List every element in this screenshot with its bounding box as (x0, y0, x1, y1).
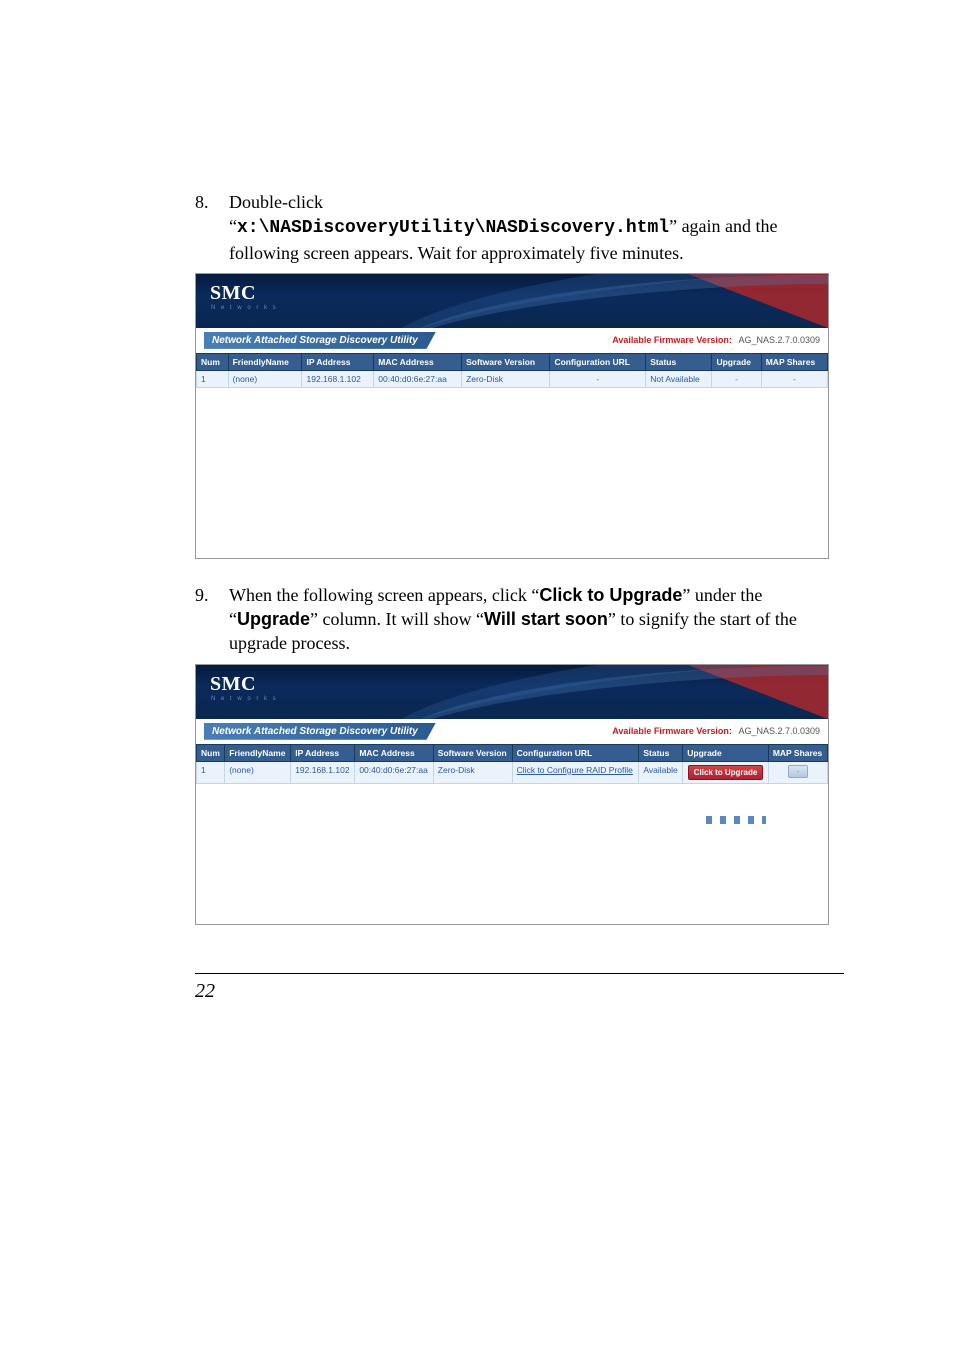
cell-cfg: Click to Configure RAID Profile (512, 761, 639, 783)
step-9-text-1a: When the following screen appears, click… (229, 585, 539, 605)
screenshot-2-titlebar: Network Attached Storage Discovery Utili… (196, 719, 828, 744)
col-sw-version: Software Version (433, 744, 512, 761)
screenshot-1-header: SMC N e t w o r k s (196, 274, 828, 328)
cell-map: - (761, 370, 827, 387)
cell-name: (none) (228, 370, 302, 387)
cell-name: (none) (225, 761, 291, 783)
col-friendlyname: FriendlyName (225, 744, 291, 761)
firmware-value-2: AG_NAS.2.7.0.0309 (738, 726, 820, 736)
cell-upgrade: Click to Upgrade (683, 761, 769, 783)
utility-title: Network Attached Storage Discovery Utili… (204, 332, 436, 349)
col-ip: IP Address (291, 744, 355, 761)
device-table-1: Num FriendlyName IP Address MAC Address … (196, 353, 828, 388)
cell-num: 1 (197, 370, 229, 387)
step-8: 8. Double-click “x:\NASDiscoveryUtility\… (195, 190, 844, 265)
screenshot-1-titlebar: Network Attached Storage Discovery Utili… (196, 328, 828, 353)
step-8-number: 8. (195, 190, 229, 265)
table-row: 1 (none) 192.168.1.102 00:40:d0:6e:27:aa… (197, 370, 828, 387)
table-header-row: Num FriendlyName IP Address MAC Address … (197, 744, 828, 761)
screenshot-2-body (196, 784, 828, 924)
firmware-label-text-2: Available Firmware Version: (612, 726, 732, 736)
screenshot-1: SMC N e t w o r k s Network Attached Sto… (195, 273, 829, 559)
step-9-body: When the following screen appears, click… (229, 583, 844, 656)
cell-status: Available (639, 761, 683, 783)
step-9-bold-2: Upgrade (237, 609, 310, 629)
col-mac: MAC Address (374, 353, 462, 370)
firmware-label-text: Available Firmware Version: (612, 335, 732, 345)
footer-divider (195, 973, 844, 974)
col-status: Status (639, 744, 683, 761)
col-config-url: Configuration URL (512, 744, 639, 761)
screenshot-1-body (196, 388, 828, 558)
cell-ip: 192.168.1.102 (302, 370, 374, 387)
col-num: Num (197, 744, 225, 761)
step-9-bold-1: Click to Upgrade (539, 585, 682, 605)
cell-upgrade: - (712, 370, 761, 387)
step-9-text-2a: ” column. It will show “ (310, 609, 484, 629)
screenshot-2-header: SMC N e t w o r k s (196, 665, 828, 719)
cell-sw: Zero-Disk (462, 370, 550, 387)
step-9-number: 9. (195, 583, 229, 656)
step-9-bold-3: Will start soon (484, 609, 608, 629)
col-mac: MAC Address (355, 744, 433, 761)
col-num: Num (197, 353, 229, 370)
col-upgrade: Upgrade (683, 744, 769, 761)
firmware-label: Available Firmware Version: AG_NAS.2.7.0… (612, 335, 820, 345)
col-ip: IP Address (302, 353, 374, 370)
cell-cfg: - (550, 370, 646, 387)
utility-title-2: Network Attached Storage Discovery Utili… (204, 723, 436, 740)
cell-ip: 192.168.1.102 (291, 761, 355, 783)
map-shares-button[interactable]: - (788, 765, 809, 778)
device-table-2: Num FriendlyName IP Address MAC Address … (196, 744, 828, 784)
step-8-body: Double-click “x:\NASDiscoveryUtility\NAS… (229, 190, 844, 265)
cell-sw: Zero-Disk (433, 761, 512, 783)
firmware-value: AG_NAS.2.7.0.0309 (738, 335, 820, 345)
step-9: 9. When the following screen appears, cl… (195, 583, 844, 656)
firmware-label-2: Available Firmware Version: AG_NAS.2.7.0… (612, 726, 820, 736)
col-upgrade: Upgrade (712, 353, 761, 370)
step-8-path-open-quote: “ (229, 216, 237, 236)
screenshot-2: SMC N e t w o r k s Network Attached Sto… (195, 664, 829, 925)
col-map: MAP Shares (768, 744, 827, 761)
cell-num: 1 (197, 761, 225, 783)
col-sw-version: Software Version (462, 353, 550, 370)
progress-indicator (706, 816, 766, 824)
cell-status: Not Available (646, 370, 712, 387)
page-number: 22 (195, 980, 844, 1003)
cell-mac: 00:40:d0:6e:27:aa (355, 761, 433, 783)
configure-raid-link[interactable]: Click to Configure RAID Profile (517, 765, 633, 775)
table-header-row: Num FriendlyName IP Address MAC Address … (197, 353, 828, 370)
click-to-upgrade-button[interactable]: Click to Upgrade (688, 765, 764, 780)
table-row: 1 (none) 192.168.1.102 00:40:d0:6e:27:aa… (197, 761, 828, 783)
cell-map: - (768, 761, 827, 783)
step-8-path: x:\NASDiscoveryUtility\NASDiscovery.html (237, 218, 669, 238)
col-map: MAP Shares (761, 353, 827, 370)
col-friendlyname: FriendlyName (228, 353, 302, 370)
cell-mac: 00:40:d0:6e:27:aa (374, 370, 462, 387)
step-8-title: Double-click (229, 192, 323, 212)
col-config-url: Configuration URL (550, 353, 646, 370)
col-status: Status (646, 353, 712, 370)
